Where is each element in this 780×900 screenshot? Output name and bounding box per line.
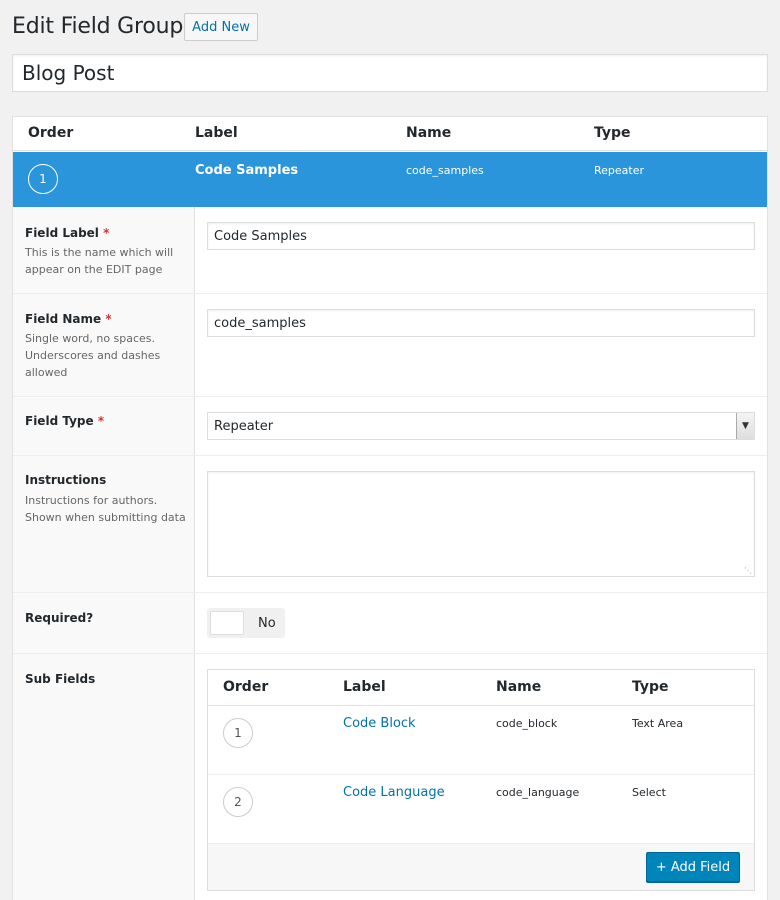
field-name-input[interactable]: [207, 309, 755, 337]
setting-label: Field Label *: [25, 226, 109, 240]
resize-handle-icon[interactable]: ⋱: [744, 566, 752, 575]
field-row-name: code_samples: [406, 164, 484, 177]
column-type: Type: [632, 679, 669, 695]
setting-required: Required? No: [13, 593, 767, 654]
sub-fields-table: Order Label Name Type 1 Code Block code_…: [207, 669, 755, 891]
setting-label: Sub Fields: [25, 672, 96, 686]
column-label: Label: [195, 125, 238, 141]
field-row-type: Repeater: [594, 164, 645, 177]
chevron-down-icon[interactable]: ▼: [736, 413, 754, 439]
toggle-text: No: [258, 615, 276, 631]
setting-label: Instructions: [25, 473, 107, 487]
setting-field-name: Field Name * Single word, no spaces. Und…: [13, 294, 767, 397]
required-mark: *: [97, 414, 105, 428]
column-type: Type: [594, 125, 631, 141]
setting-description: Instructions for authors. Shown when sub…: [25, 494, 186, 524]
field-type-selected: Repeater: [214, 418, 274, 434]
table-row[interactable]: 1 Code Block code_block Text Area: [208, 706, 754, 775]
add-new-button[interactable]: Add New: [184, 13, 258, 41]
order-handle[interactable]: 2: [223, 787, 253, 817]
setting-label: Field Type *: [25, 414, 104, 428]
sub-field-name: code_language: [496, 786, 580, 799]
setting-label-text: Field Name: [25, 312, 102, 326]
column-order: Order: [223, 679, 269, 695]
field-type-select[interactable]: Repeater ▼: [207, 412, 755, 440]
setting-label-text: Field Type: [25, 414, 94, 428]
setting-field-label: Field Label * This is the name which wil…: [13, 207, 767, 294]
order-handle[interactable]: 1: [223, 718, 253, 748]
setting-label-text: Field Label: [25, 226, 99, 240]
fields-table-header: Order Label Name Type: [13, 117, 767, 151]
column-order: Order: [28, 125, 74, 141]
setting-instructions: Instructions Instructions for authors. S…: [13, 456, 767, 593]
column-label: Label: [343, 679, 386, 695]
instructions-textarea[interactable]: ⋱: [207, 471, 755, 577]
order-handle[interactable]: 1: [28, 164, 58, 194]
add-field-button[interactable]: + Add Field: [646, 852, 740, 882]
sub-field-name: code_block: [496, 717, 558, 730]
group-title-input[interactable]: [12, 54, 768, 92]
setting-label: Required?: [25, 611, 94, 625]
sub-field-type: Text Area: [632, 717, 684, 730]
field-settings: Field Label * This is the name which wil…: [13, 207, 767, 900]
field-row-active[interactable]: 1 Code Samples code_samples Repeater: [13, 152, 767, 207]
setting-field-type: Field Type * Repeater ▼: [13, 397, 767, 456]
toggle-knob: [210, 611, 244, 635]
required-mark: *: [105, 312, 112, 326]
required-toggle[interactable]: No: [207, 608, 285, 638]
sub-field-label-link[interactable]: Code Block: [343, 716, 416, 731]
sub-fields-header: Order Label Name Type: [208, 670, 754, 706]
sub-field-label-link[interactable]: Code Language: [343, 785, 445, 800]
sub-fields-footer: + Add Field: [208, 844, 754, 890]
column-name: Name: [496, 679, 542, 695]
table-row[interactable]: 2 Code Language code_language Select: [208, 775, 754, 844]
page-title: Edit Field Group: [12, 14, 184, 39]
fields-panel: Order Label Name Type 1 Code Samples cod…: [12, 116, 768, 900]
setting-sub-fields: Sub Fields Order Label Name Type 1 Code …: [13, 654, 767, 900]
field-label-input[interactable]: [207, 222, 755, 250]
setting-description: This is the name which will appear on th…: [25, 246, 174, 276]
setting-label: Field Name *: [25, 312, 112, 326]
column-name: Name: [406, 125, 452, 141]
field-row-label[interactable]: Code Samples: [195, 163, 298, 178]
required-mark: *: [103, 226, 110, 240]
sub-field-type: Select: [632, 786, 666, 799]
setting-description: Single word, no spaces. Underscores and …: [25, 332, 161, 379]
